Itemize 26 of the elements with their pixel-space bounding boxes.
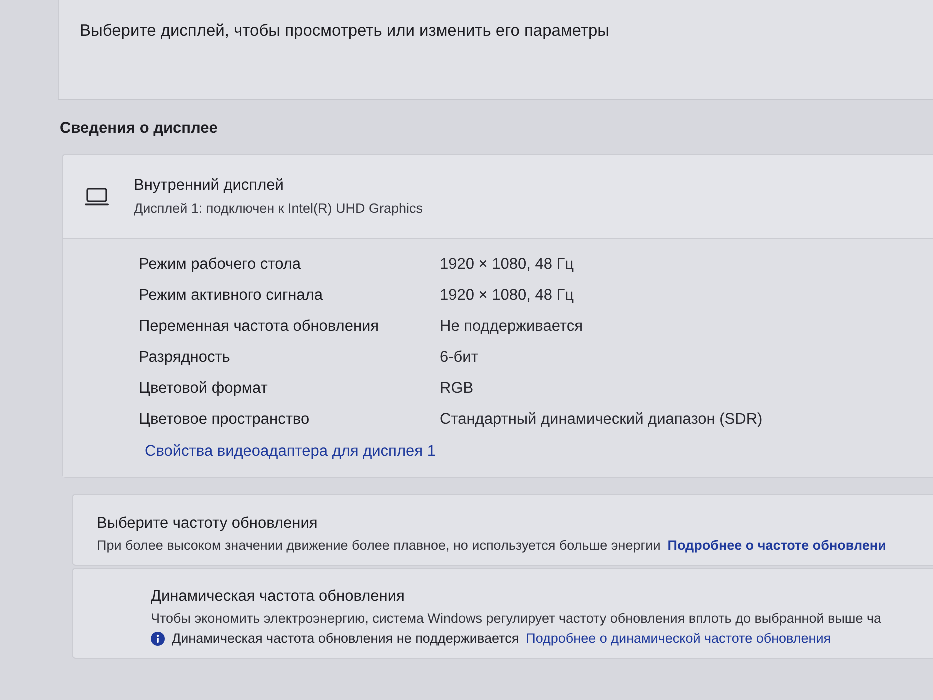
dynamic-refresh-link[interactable]: Подробнее о динамической частоте обновления xyxy=(526,631,832,646)
display-subtitle: Дисплей 1: подключен к Intel(R) UHD Graphics xyxy=(134,201,424,216)
refresh-rate-title: Выберите частоту обновления xyxy=(97,515,319,533)
dynamic-refresh-title: Динамическая частота обновления xyxy=(151,588,406,606)
property-value: 1920 × 1080, 48 Гц xyxy=(440,255,576,274)
property-label: Режим активного сигнала xyxy=(139,286,324,305)
display-title: Внутренний дисплей xyxy=(134,177,285,195)
property-label: Переменная частота обновления xyxy=(139,317,380,336)
dynamic-refresh-notice: Динамическая частота обновления не поддерживается xyxy=(172,631,520,646)
display-select-prompt: Выберите дисплей, чтобы просмотреть или изменить его параметры xyxy=(80,22,610,41)
property-label: Разрядность xyxy=(139,348,232,367)
property-value: RGB xyxy=(440,379,475,398)
property-label: Режим рабочего стола xyxy=(139,255,302,274)
property-label: Цветовое пространство xyxy=(139,410,311,429)
property-value: Не поддерживается xyxy=(440,317,584,336)
property-value: 6-бит xyxy=(440,348,480,367)
adapter-properties-link[interactable]: Свойства видеоадаптера для дисплея 1 xyxy=(145,443,933,461)
dynamic-refresh-description: Чтобы экономить электроэнергию, система Windows регулирует частоту обновления вплоть до выбранной выше ча xyxy=(151,611,883,626)
property-label: Цветовой формат xyxy=(139,379,269,398)
refresh-rate-link[interactable]: Подробнее о частоте обновлени xyxy=(668,538,886,553)
property-value: Стандартный динамический диапазон (SDR) xyxy=(440,410,764,429)
section-title: Сведения о дисплее xyxy=(60,120,218,138)
laptop-icon xyxy=(85,188,109,206)
info-icon xyxy=(151,632,165,646)
refresh-rate-description: При более высоком значении движение более плавное, но используется больше энергии xyxy=(97,538,661,553)
property-value: 1920 × 1080, 48 Гц xyxy=(440,286,576,305)
